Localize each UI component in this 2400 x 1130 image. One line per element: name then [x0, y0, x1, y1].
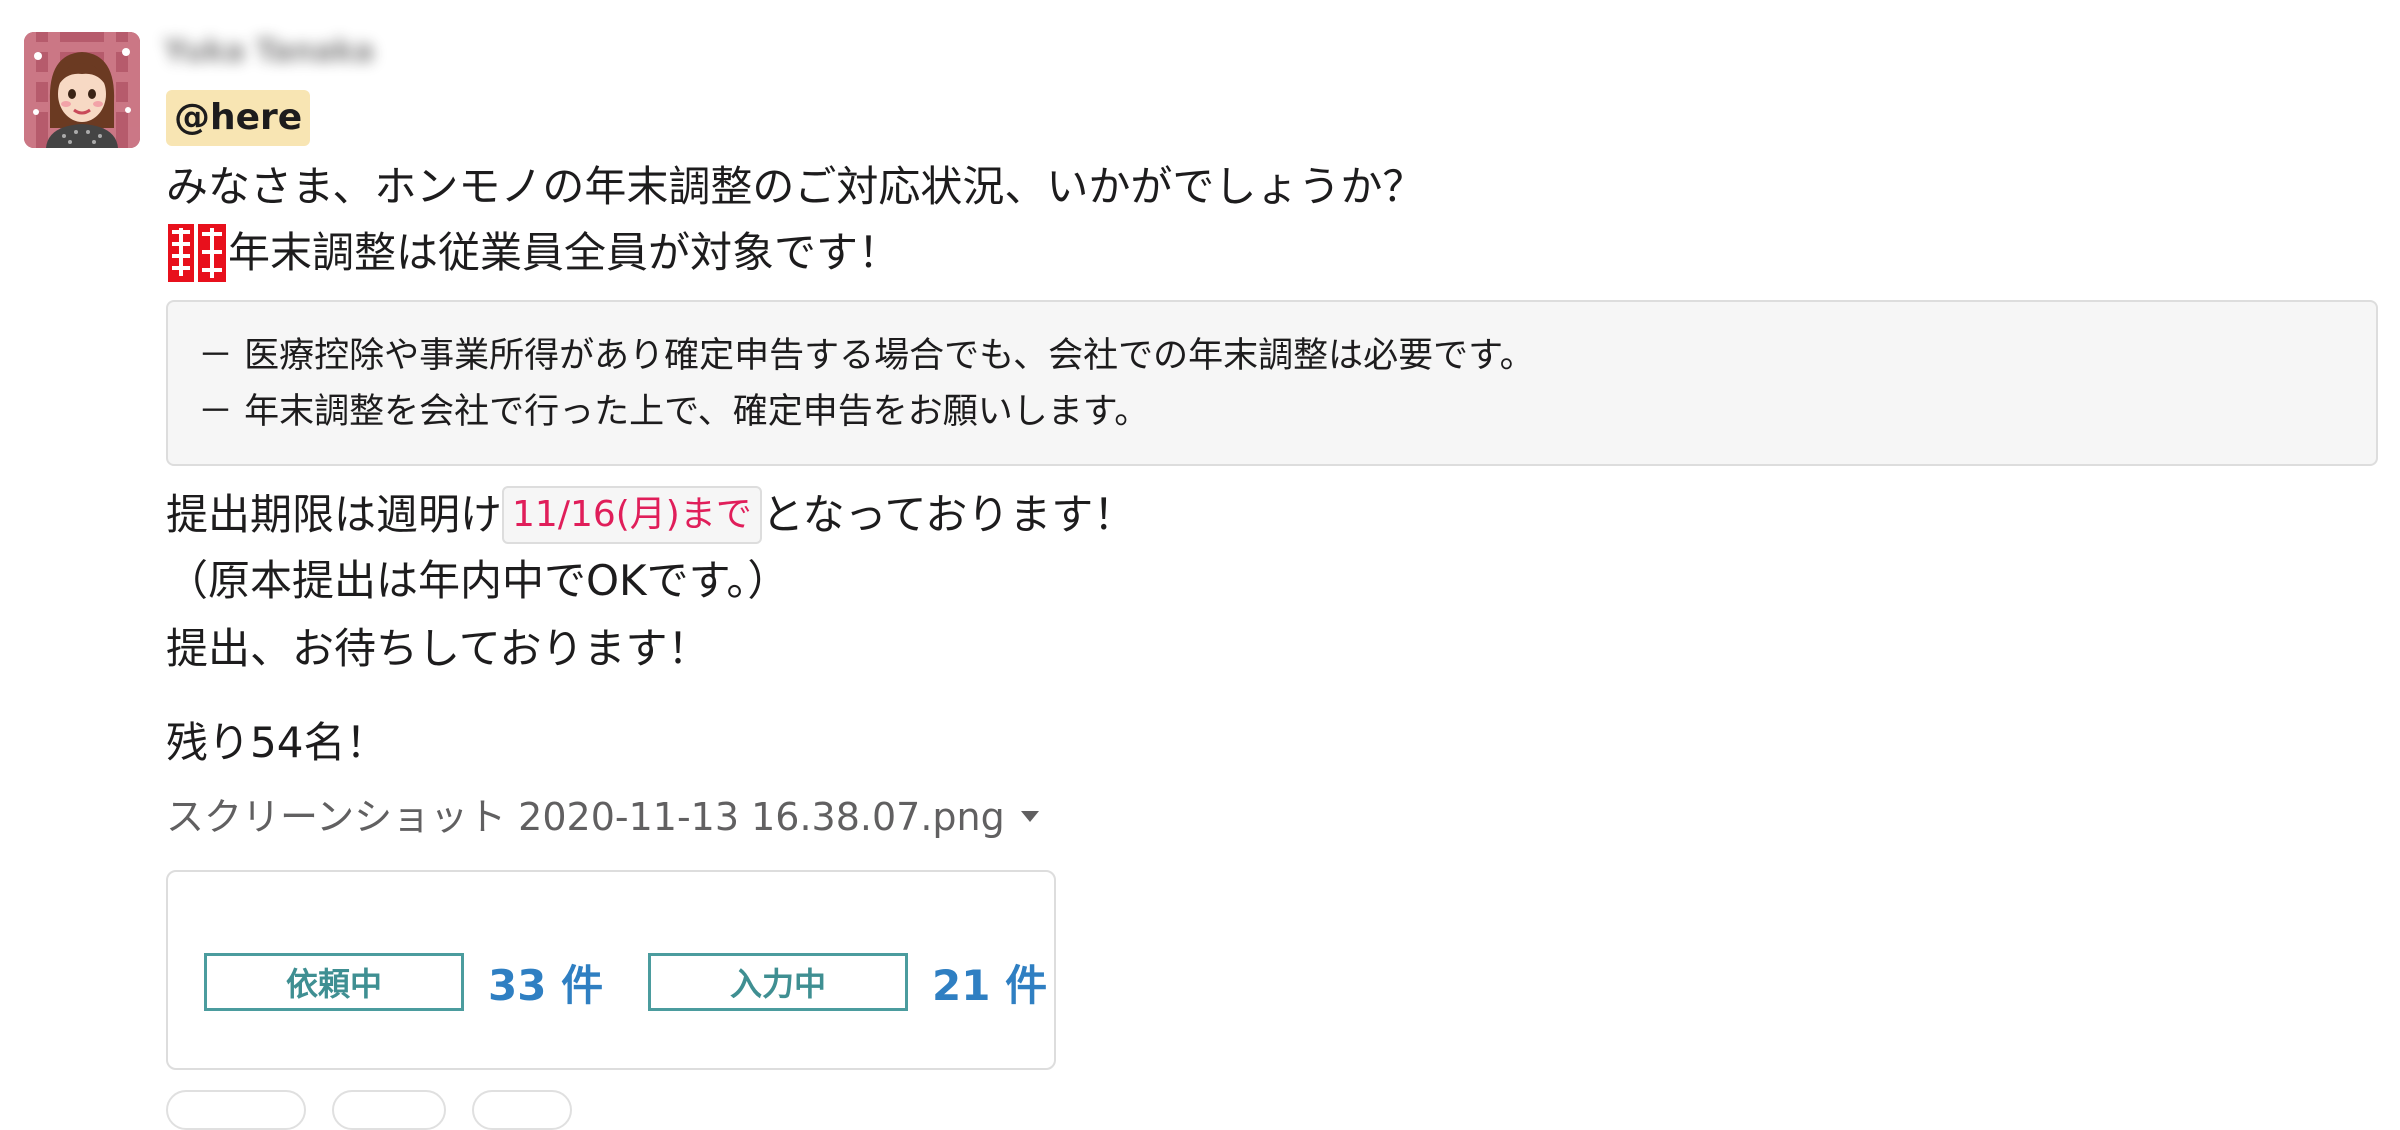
status-requested: 依頼中 33 件: [204, 952, 603, 1012]
message-line-2: 年末調整は従業員全員が対象です！: [166, 220, 900, 286]
message-line-1: みなさま、ホンモノの年末調整のご対応状況、いかがでしょうか？: [166, 162, 1425, 211]
status-inputting: 入力中 21 件: [648, 952, 1047, 1012]
quote-block: － 医療控除や事業所得があり確定申告する場合でも、会社での年末調整は必要です。 …: [166, 300, 2378, 466]
chat-message: Yuka Tanaka @here みなさま、ホンモノの年末調整のご対応状況、い…: [0, 0, 2400, 1130]
sender-name[interactable]: Yuka Tanaka: [164, 30, 388, 74]
attachment-title[interactable]: スクリーンショット 2020-11-13 16.38.07.png: [166, 790, 1039, 844]
attachment-preview[interactable]: 依頼中 33 件 入力中 21 件: [166, 870, 1056, 1070]
quote-line: － 年末調整を会社で行った上で、確定申告をお願いします。: [198, 392, 1150, 432]
avatar-image: [24, 32, 140, 148]
reaction-pill[interactable]: [166, 1090, 306, 1130]
sender-name-text: Yuka Tanaka: [164, 34, 375, 69]
status-label-box: 依頼中: [204, 953, 464, 1011]
attachment-filename: スクリーンショット 2020-11-13 16.38.07.png: [166, 795, 1005, 839]
here-mention[interactable]: @here: [166, 90, 311, 146]
deadline-text-after: となっております！: [761, 490, 1136, 539]
message-line-3: 提出期限は週明け 11/16(月)まで となっております！: [166, 482, 1135, 548]
status-label-box: 入力中: [648, 953, 908, 1011]
reaction-pill[interactable]: [472, 1090, 572, 1130]
message-line-4: （原本提出は年内中でOKです。）: [166, 556, 790, 605]
avatar[interactable]: [24, 32, 140, 148]
reaction-pill[interactable]: [332, 1090, 446, 1130]
quote-line: － 医療控除や事業所得があり確定申告する場合でも、会社での年末調整は必要です。: [198, 336, 1535, 376]
message-line-2-text: 年末調整は従業員全員が対象です！: [228, 228, 901, 277]
deadline-text-before: 提出期限は週明け: [166, 490, 503, 539]
status-count: 33 件: [488, 960, 604, 1010]
chevron-down-icon[interactable]: [1020, 811, 1039, 822]
status-count: 21 件: [932, 960, 1048, 1010]
message-line-6: 残り54名！: [166, 718, 388, 767]
kanji-emoji-icon: [166, 220, 228, 286]
deadline-code: 11/16(月)まで: [502, 486, 762, 544]
message-body: @here みなさま、ホンモノの年末調整のご対応状況、いかがでしょうか？ 年末調…: [166, 90, 2386, 1070]
message-line-5: 提出、お待ちしております！: [166, 624, 710, 673]
